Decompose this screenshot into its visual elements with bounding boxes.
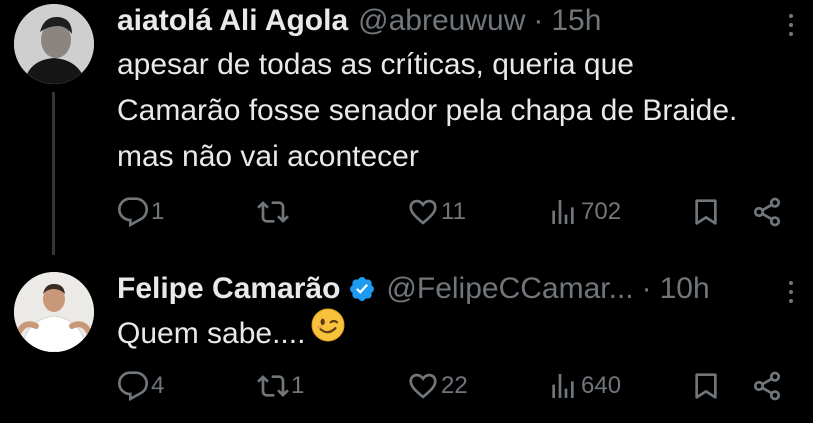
bookmark-icon xyxy=(695,199,717,225)
like-count: 22 xyxy=(441,372,468,399)
reply-button[interactable]: 4 xyxy=(117,368,164,404)
share-button[interactable] xyxy=(751,194,783,230)
more-icon[interactable] xyxy=(783,10,799,40)
action-bar: 4 1 22 640 xyxy=(117,368,797,404)
tweet-text-content: Quem sabe.... xyxy=(117,317,306,350)
reply-icon xyxy=(117,197,149,228)
avatar[interactable] xyxy=(14,4,94,84)
like-icon xyxy=(409,199,437,225)
user-handle[interactable]: @abreuwuw xyxy=(358,4,525,38)
view-count: 702 xyxy=(581,198,622,225)
bookmark-button[interactable] xyxy=(690,368,722,404)
view-count: 640 xyxy=(581,372,622,399)
reply-button[interactable]: 1 xyxy=(117,194,164,230)
reply-count: 1 xyxy=(151,198,165,225)
display-name[interactable]: aiatolá Ali Agola xyxy=(117,4,348,38)
like-icon xyxy=(409,373,437,399)
views-icon xyxy=(552,200,574,224)
user-handle[interactable]: @FelipeCCamar... xyxy=(386,272,633,306)
timestamp[interactable]: 15h xyxy=(551,4,601,38)
winking-face-emoji-icon xyxy=(311,308,345,356)
separator-dot: · xyxy=(641,272,652,305)
action-bar: 1 11 702 xyxy=(117,194,797,230)
views-icon xyxy=(552,374,574,398)
like-button[interactable]: 11 xyxy=(407,194,466,230)
avatar[interactable] xyxy=(14,272,94,352)
retweet-button[interactable]: 1 xyxy=(257,368,304,404)
tweet-text: apesar de todas as críticas, queria que … xyxy=(117,48,738,173)
retweet-count: 1 xyxy=(291,372,305,399)
timestamp[interactable]: 10h xyxy=(660,272,710,306)
like-count: 11 xyxy=(441,198,466,225)
display-name[interactable]: Felipe Camarão xyxy=(117,272,340,306)
views-button[interactable]: 640 xyxy=(547,368,621,404)
reply-icon xyxy=(117,371,149,402)
share-icon xyxy=(753,197,781,227)
verified-badge-icon[interactable] xyxy=(348,275,376,303)
thread-line xyxy=(52,92,55,255)
bookmark-icon xyxy=(695,373,717,399)
separator-dot: · xyxy=(533,4,544,37)
retweet-button[interactable] xyxy=(257,194,291,230)
tweet-header: aiatolá Ali Agola @abreuwuw · 15h xyxy=(117,4,601,38)
views-button[interactable]: 702 xyxy=(547,194,621,230)
more-icon[interactable] xyxy=(783,277,799,307)
reply-count: 4 xyxy=(151,372,165,399)
like-button[interactable]: 22 xyxy=(407,368,468,404)
tweet-parent[interactable]: aiatolá Ali Agola @abreuwuw · 15h apesar… xyxy=(0,0,813,255)
retweet-icon xyxy=(257,201,289,223)
bookmark-button[interactable] xyxy=(690,194,722,230)
share-icon xyxy=(753,371,781,401)
tweet-text: Quem sabe.... xyxy=(117,308,345,359)
share-button[interactable] xyxy=(751,368,783,404)
retweet-icon xyxy=(257,375,289,397)
tweet-header: Felipe Camarão @FelipeCCamar... · 10h xyxy=(117,272,710,306)
tweet-reply[interactable]: Felipe Camarão @FelipeCCamar... · 10h Qu… xyxy=(0,255,813,423)
